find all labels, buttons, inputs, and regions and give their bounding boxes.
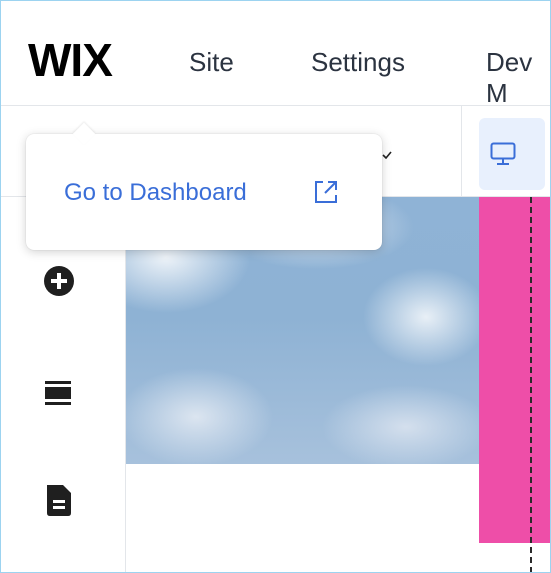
toolbar-divider bbox=[461, 106, 462, 196]
sections-icon[interactable] bbox=[41, 377, 77, 412]
menu-site[interactable]: Site bbox=[189, 47, 234, 78]
desktop-view-button[interactable] bbox=[479, 118, 545, 190]
add-circle-icon[interactable] bbox=[41, 263, 77, 304]
wix-logo[interactable]: WIX bbox=[28, 37, 113, 83]
top-bar: WIX Site Settings Dev M bbox=[1, 1, 550, 109]
chevron-down-icon[interactable] bbox=[382, 146, 392, 160]
pages-icon[interactable] bbox=[41, 481, 77, 524]
menu-settings[interactable]: Settings bbox=[311, 47, 405, 78]
dashboard-popover: Go to Dashboard bbox=[26, 122, 382, 250]
go-to-dashboard-link[interactable]: Go to Dashboard bbox=[64, 179, 247, 207]
menu-dev-mode[interactable]: Dev M bbox=[486, 47, 550, 109]
left-sidebar bbox=[1, 197, 126, 572]
editor-window: WIX Site Settings Dev M Go to Dashboard bbox=[0, 0, 551, 573]
gridline-guide bbox=[530, 197, 532, 572]
editor-canvas[interactable] bbox=[126, 197, 550, 572]
desktop-icon bbox=[490, 142, 516, 165]
external-link-icon[interactable] bbox=[312, 178, 340, 211]
pink-strip-element[interactable] bbox=[479, 197, 550, 543]
